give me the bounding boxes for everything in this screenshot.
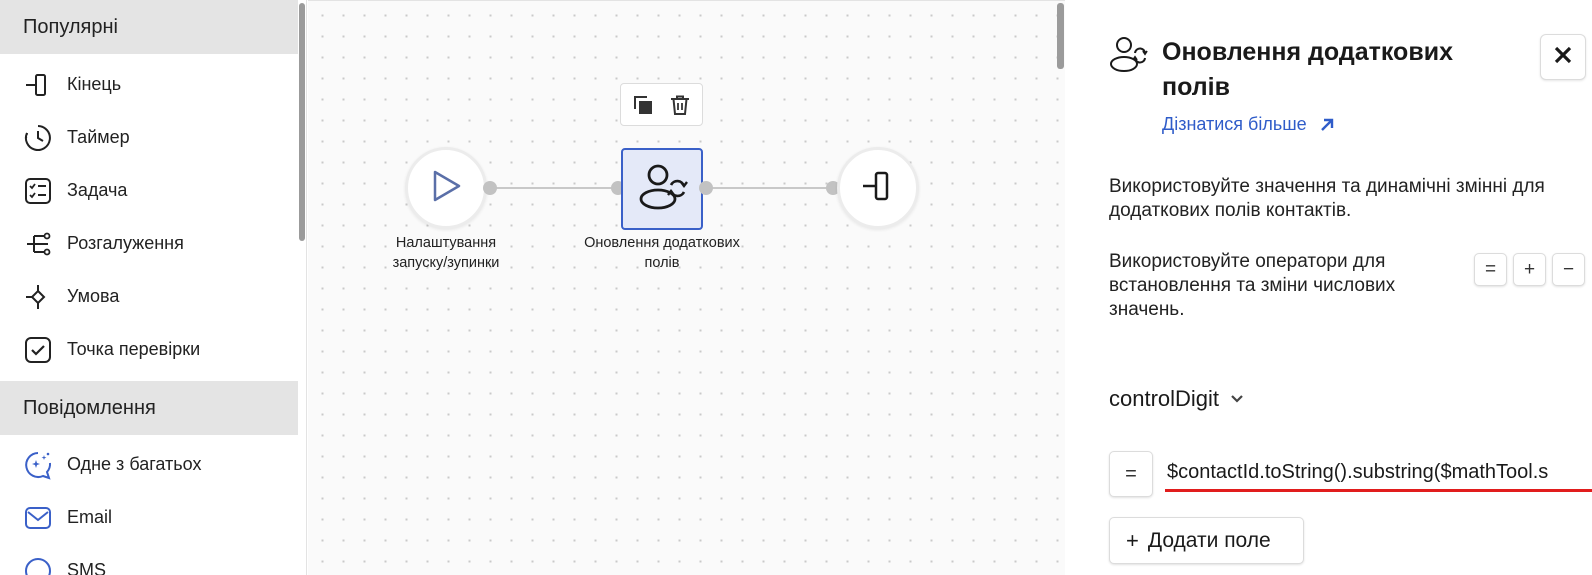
palette-item-email[interactable]: Email [0,491,298,544]
palette-item-condition[interactable]: Умова [0,270,298,323]
section-header-messages: Повідомлення [0,381,298,435]
user-sync-icon [636,161,688,218]
chevron-down-icon [1231,395,1243,403]
operator-plus-button[interactable]: + [1513,253,1546,286]
learn-more-link[interactable]: Дізнатися більше [1162,114,1335,135]
condition-icon [23,282,53,312]
field-operator-button[interactable]: = [1109,451,1153,497]
end-icon [23,70,53,100]
end-icon [861,169,895,208]
connection-edge [490,187,618,189]
description-dynamic-vars: Використовуйте значення та динамічні змі… [1109,176,1545,221]
node-toolbar [620,83,703,126]
palette-item-label: Розгалуження [67,233,184,253]
operator-buttons: = + − [1474,253,1585,286]
description-operators: Використовуйте оператори для встановленн… [1109,251,1396,320]
palette-item-label: Кінець [67,74,122,94]
output-port[interactable] [483,181,497,195]
node-settings-panel: Оновлення додаткових полів Дізнатися біл… [1081,0,1592,575]
operator-minus-button[interactable]: − [1552,253,1585,286]
palette-item-timer[interactable]: Таймер [0,111,298,164]
operator-equals-button[interactable]: = [1474,253,1507,286]
palette-item-label: Задача [67,180,128,200]
one-of-many-icon [23,450,53,480]
canvas-scrollbar[interactable] [1057,3,1064,69]
output-port[interactable] [699,181,713,195]
field-expression-input[interactable]: $contactId.toString().substring($mathToo… [1165,452,1592,492]
field-name: controlDigit [1109,386,1220,411]
node-start-settings[interactable] [405,147,487,229]
palette-item-branch[interactable]: Розгалуження [0,217,298,270]
palette-item-one-of-many[interactable]: Одне з багатьох [0,438,298,491]
close-icon [1553,45,1573,70]
palette-item-label: Умова [67,286,120,306]
palette-item-checkpoint[interactable]: Точка перевірки [0,323,298,376]
email-icon [23,503,53,533]
add-field-button[interactable]: + Додати поле [1109,517,1304,564]
learn-more-label: Дізнатися більше [1162,114,1307,134]
branch-icon [23,229,53,259]
palette-item-end[interactable]: Кінець [0,58,298,111]
palette-item-task[interactable]: Задача [0,164,298,217]
trash-icon[interactable] [666,91,694,119]
close-button[interactable] [1540,34,1586,80]
user-sync-icon [1108,35,1148,80]
palette-item-label: Одне з багатьох [67,454,202,474]
connection-edge [706,187,833,189]
plus-icon: + [1126,527,1139,553]
sidebar-scrollbar[interactable] [299,3,305,241]
timer-icon [23,123,53,153]
task-icon [23,176,53,206]
palette-item-sms[interactable]: SMS [0,544,298,575]
add-field-label: Додати поле [1147,528,1271,552]
checkpoint-icon [23,335,53,365]
node-end[interactable] [837,147,919,229]
node-palette-sidebar: Популярні Кінець Таймер Задача Розгалуже… [0,0,307,575]
play-icon [428,168,464,209]
external-arrow-icon [1320,118,1333,131]
palette-item-label: Таймер [67,127,130,147]
palette-item-label: Email [67,507,113,527]
node-update-extra-fields[interactable] [621,148,703,230]
copy-icon[interactable] [629,91,657,119]
node-label: Налаштування запуску/зупинки [392,235,500,271]
palette-item-label: Точка перевірки [67,339,201,359]
field-select-dropdown[interactable]: controlDigit [1109,386,1245,412]
panel-title: Оновлення додаткових полів [1162,38,1453,101]
palette-item-label: SMS [67,560,107,575]
sms-icon [23,556,53,575]
section-header-popular: Популярні [0,0,298,54]
node-label: Оновлення додаткових полів [584,235,740,271]
